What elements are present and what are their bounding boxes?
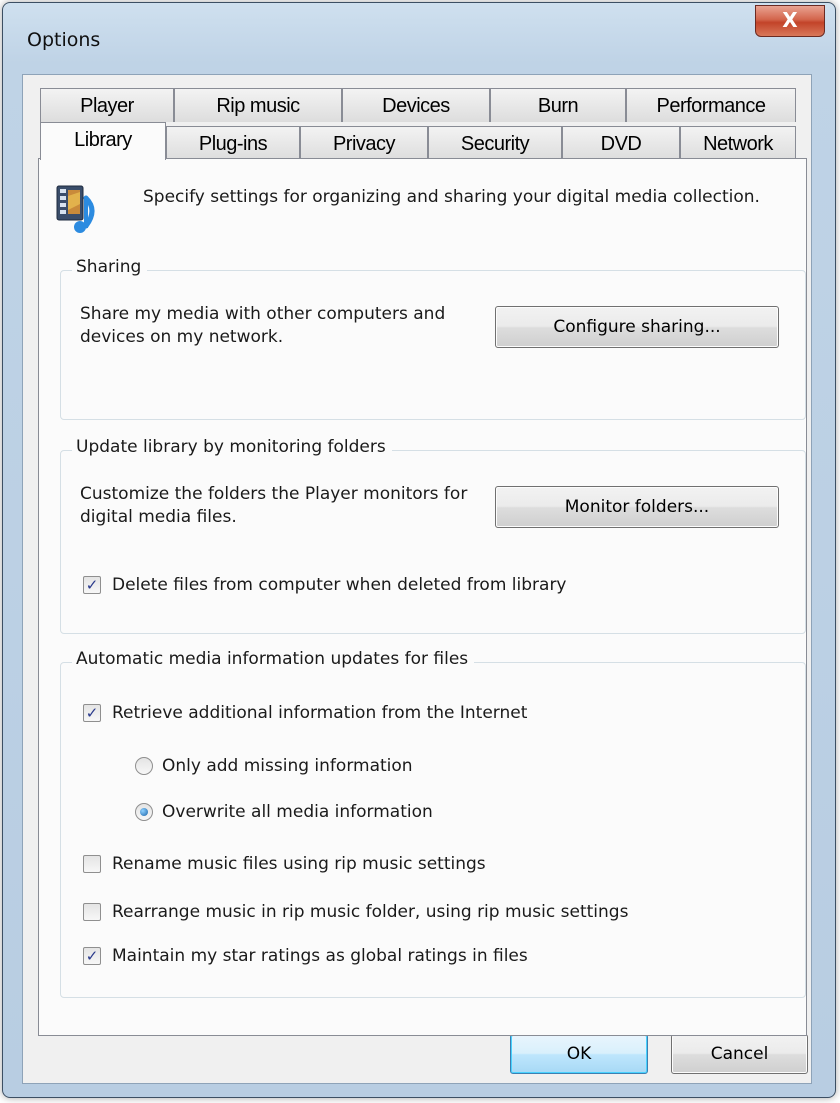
rename-files-label[interactable]: Rename music files using rip music setti…: [112, 853, 486, 875]
rearrange-music-checkbox[interactable]: [83, 903, 101, 921]
tab-network[interactable]: Network: [680, 126, 796, 160]
monitoring-group: [60, 450, 806, 634]
tab-dvd[interactable]: DVD: [562, 126, 680, 160]
rearrange-music-label[interactable]: Rearrange music in rip music folder, usi…: [112, 901, 628, 923]
tab-burn[interactable]: Burn: [490, 88, 626, 122]
delete-files-checkbox[interactable]: ✓: [83, 576, 101, 594]
ok-button[interactable]: OK: [510, 1034, 648, 1074]
tab-security[interactable]: Security: [428, 126, 562, 160]
monitoring-legend: Update library by monitoring folders: [72, 437, 392, 457]
tab-plug-ins[interactable]: Plug-ins: [166, 126, 300, 160]
monitor-folders-button[interactable]: Monitor folders...: [495, 486, 779, 528]
checkmark-icon: ✓: [85, 576, 99, 594]
rename-files-checkbox[interactable]: [83, 855, 101, 873]
configure-sharing-button[interactable]: Configure sharing...: [495, 306, 779, 348]
window-title: Options: [27, 29, 101, 51]
retrieve-info-checkbox[interactable]: ✓: [83, 704, 101, 722]
auto-updates-legend: Automatic media information updates for …: [72, 649, 475, 669]
sharing-legend: Sharing: [72, 257, 148, 277]
radio-selected-dot: [140, 808, 148, 816]
monitoring-description: Customize the folders the Player monitor…: [80, 484, 468, 527]
star-ratings-label[interactable]: Maintain my star ratings as global ratin…: [112, 945, 528, 967]
tab-devices[interactable]: Devices: [342, 88, 490, 122]
only-add-missing-label[interactable]: Only add missing information: [162, 755, 413, 777]
close-button[interactable]: X: [755, 5, 825, 37]
intro-text: Specify settings for organizing and shar…: [143, 187, 760, 207]
tab-rip-music[interactable]: Rip music: [174, 88, 342, 122]
cancel-button[interactable]: Cancel: [671, 1034, 808, 1074]
retrieve-info-label[interactable]: Retrieve additional information from the…: [112, 702, 527, 724]
overwrite-all-radio[interactable]: [135, 803, 153, 821]
only-add-missing-radio[interactable]: [135, 757, 153, 775]
checkmark-icon: ✓: [85, 947, 99, 965]
checkmark-icon: ✓: [85, 704, 99, 722]
tab-performance[interactable]: Performance: [626, 88, 796, 122]
tab-privacy[interactable]: Privacy: [300, 126, 428, 160]
tab-library[interactable]: Library: [40, 122, 166, 160]
media-library-icon: [56, 185, 95, 233]
sharing-description: Share my media with other computers and …: [80, 304, 446, 347]
star-ratings-checkbox[interactable]: ✓: [83, 947, 101, 965]
delete-files-label[interactable]: Delete files from computer when deleted …: [112, 574, 567, 596]
overwrite-all-label[interactable]: Overwrite all media information: [162, 801, 433, 823]
tab-player[interactable]: Player: [40, 88, 174, 122]
close-icon: X: [782, 8, 798, 32]
